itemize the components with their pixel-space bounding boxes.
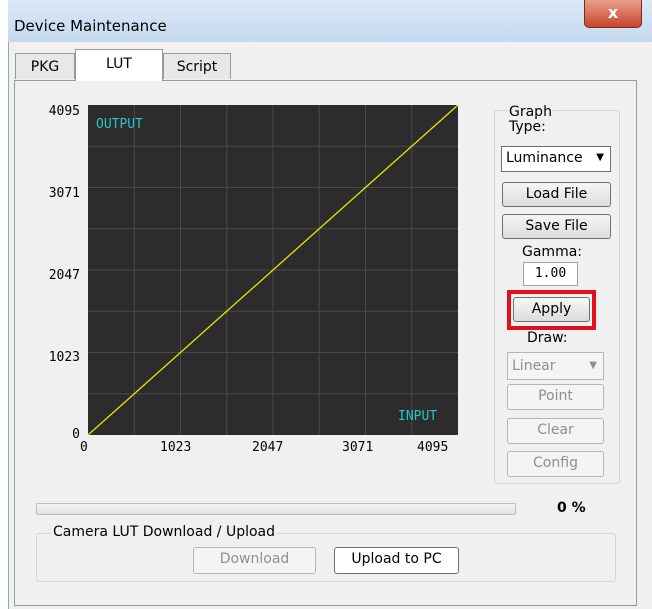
- tab-pkg[interactable]: PKG: [15, 53, 75, 79]
- gamma-label: Gamma:: [522, 244, 582, 260]
- x-tick-label: 3071: [342, 440, 374, 455]
- chevron-down-icon: ▼: [589, 360, 597, 371]
- draw-label: Draw:: [527, 330, 568, 346]
- draw-mode-value: Linear: [512, 358, 556, 374]
- apply-button[interactable]: Apply: [513, 297, 590, 322]
- tab-script[interactable]: Script: [163, 53, 231, 79]
- progress-text: 0 %: [557, 500, 586, 516]
- graph-type-value: Luminance: [506, 150, 583, 166]
- x-tick-label: 0: [80, 440, 88, 455]
- graph-type-select[interactable]: Luminance ▼: [501, 146, 611, 172]
- save-file-button[interactable]: Save File: [502, 214, 611, 239]
- transfer-group: [36, 533, 616, 582]
- y-tick-label: 1023: [48, 350, 80, 365]
- y-tick-label: 2047: [48, 268, 80, 283]
- load-file-button[interactable]: Load File: [502, 182, 611, 207]
- tab-lut[interactable]: LUT: [75, 49, 163, 81]
- window-title: Device Maintenance: [14, 17, 167, 35]
- config-button[interactable]: Config: [507, 451, 604, 477]
- point-button[interactable]: Point: [507, 384, 604, 410]
- y-tick-label: 0: [72, 427, 80, 442]
- transfer-group-label: Camera LUT Download / Upload: [51, 524, 278, 540]
- input-axis-label: INPUT: [398, 409, 438, 424]
- close-button[interactable]: x: [584, 0, 642, 28]
- x-tick-label: 2047: [252, 440, 284, 455]
- upload-to-pc-button[interactable]: Upload to PC: [334, 547, 459, 574]
- draw-mode-select[interactable]: Linear ▼: [507, 352, 604, 380]
- download-button[interactable]: Download: [193, 547, 316, 574]
- lut-graph[interactable]: [88, 105, 458, 435]
- output-axis-label: OUTPUT: [96, 117, 143, 132]
- gamma-input[interactable]: 1.00: [523, 262, 578, 286]
- progress-bar: [36, 503, 516, 515]
- y-tick-label: 3071: [48, 186, 80, 201]
- y-tick-label: 4095: [48, 104, 80, 119]
- x-tick-label: 1023: [160, 440, 192, 455]
- clear-button[interactable]: Clear: [507, 418, 604, 444]
- x-tick-label: 4095: [417, 440, 449, 455]
- graph-type-label: Graph Type:: [508, 104, 553, 135]
- chevron-down-icon: ▼: [596, 152, 604, 163]
